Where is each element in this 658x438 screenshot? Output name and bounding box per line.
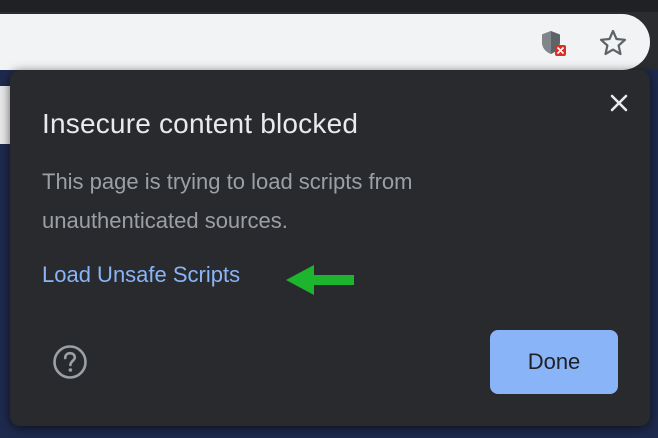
close-icon[interactable]: [606, 90, 632, 116]
green-arrow-icon: [286, 265, 354, 295]
shield-blocked-icon[interactable]: [538, 28, 568, 58]
tab-strip: [0, 0, 658, 12]
bubble-title: Insecure content blocked: [42, 108, 359, 139]
insecure-content-bubble: Insecure content blocked This page is tr…: [10, 70, 650, 426]
star-bookmark-icon[interactable]: [598, 28, 628, 58]
done-button[interactable]: Done: [490, 330, 618, 394]
browser-window: Insecure content blocked This page is tr…: [0, 0, 658, 438]
help-icon[interactable]: [52, 344, 88, 380]
bubble-message: This page is trying to load scripts from…: [42, 169, 413, 233]
load-unsafe-scripts-link[interactable]: Load Unsafe Scripts: [42, 262, 240, 288]
